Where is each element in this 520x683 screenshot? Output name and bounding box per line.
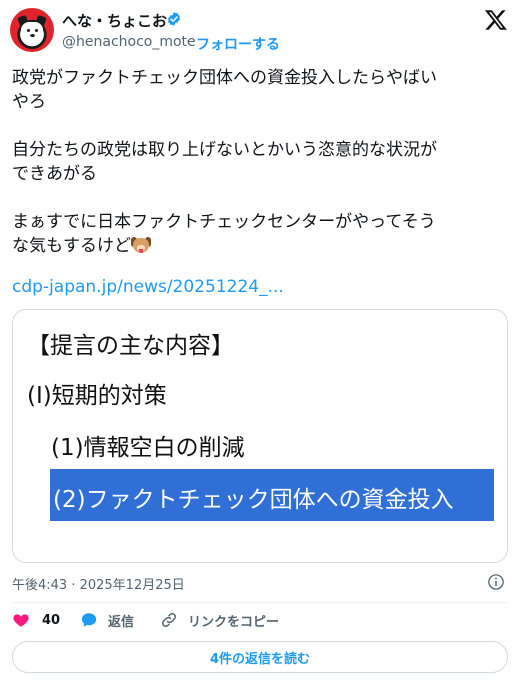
tweet-line-with-emoji: な気もするけど bbox=[12, 234, 508, 258]
tweet-line: まぁすでに日本ファクトチェックセンターがやってそう bbox=[12, 212, 436, 232]
dog-face-emoji-icon bbox=[131, 236, 151, 254]
display-name[interactable]: へな・ちょこお bbox=[62, 10, 167, 31]
like-count: 40 bbox=[42, 612, 61, 628]
slide-item-highlighted: (2)ファクトチェック団体への資金投入 bbox=[53, 487, 454, 513]
tweet-line: な気もするけど bbox=[12, 236, 131, 256]
dog-avatar-icon[interactable] bbox=[10, 8, 54, 52]
tweet-line: 自分たちの政党は取り上げないとかいう恣意的な状況が bbox=[12, 140, 437, 160]
separator-dot: · bbox=[186, 34, 191, 50]
divider bbox=[12, 602, 508, 603]
x-logo-icon[interactable] bbox=[484, 8, 508, 32]
reply-bubble-icon bbox=[81, 613, 97, 627]
tweet-body: 政党がファクトチェック団体への資金投入したらやばい やろ 自分たちの政党は取り上… bbox=[12, 66, 508, 258]
slide-item: (Ⅰ)短期的対策 bbox=[27, 383, 167, 409]
copy-link-button[interactable]: リンクをコピー bbox=[160, 608, 279, 632]
user-handle[interactable]: @henachoco_mote bbox=[62, 34, 196, 50]
action-bar: 40 返信 リンクをコピー bbox=[12, 608, 508, 632]
like-button[interactable]: 40 bbox=[12, 608, 60, 632]
reply-button[interactable]: 返信 bbox=[80, 608, 134, 632]
reply-label: 返信 bbox=[108, 614, 135, 630]
read-replies-button[interactable]: 4件の返信を読む bbox=[12, 641, 508, 673]
tweet-line: やろ bbox=[12, 92, 46, 112]
tweet-line: できあがる bbox=[12, 164, 97, 184]
info-icon[interactable] bbox=[487, 573, 505, 591]
tweet-line: 政党がファクトチェック団体への資金投入したらやばい bbox=[12, 68, 437, 88]
copy-link-label: リンクをコピー bbox=[188, 614, 280, 630]
heart-icon bbox=[13, 614, 29, 627]
external-link[interactable]: cdp-japan.jp/news/20251224_... bbox=[12, 277, 284, 297]
media-image-card[interactable]: 【提言の主な内容】 (Ⅰ)短期的対策 (1)情報空白の削減 (2)ファクトチェッ… bbox=[12, 309, 508, 563]
tweet-timestamp[interactable]: 午後4:43 · 2025年12月25日 bbox=[12, 574, 185, 593]
tweet-header: へな・ちょこお @henachoco_mote · フォローする bbox=[0, 0, 520, 60]
link-icon bbox=[161, 612, 177, 628]
slide-title: 【提言の主な内容】 bbox=[27, 333, 234, 359]
follow-button[interactable]: フォローする bbox=[196, 34, 280, 54]
slide-item: (1)情報空白の削減 bbox=[51, 435, 245, 461]
verified-badge-icon bbox=[168, 12, 180, 26]
